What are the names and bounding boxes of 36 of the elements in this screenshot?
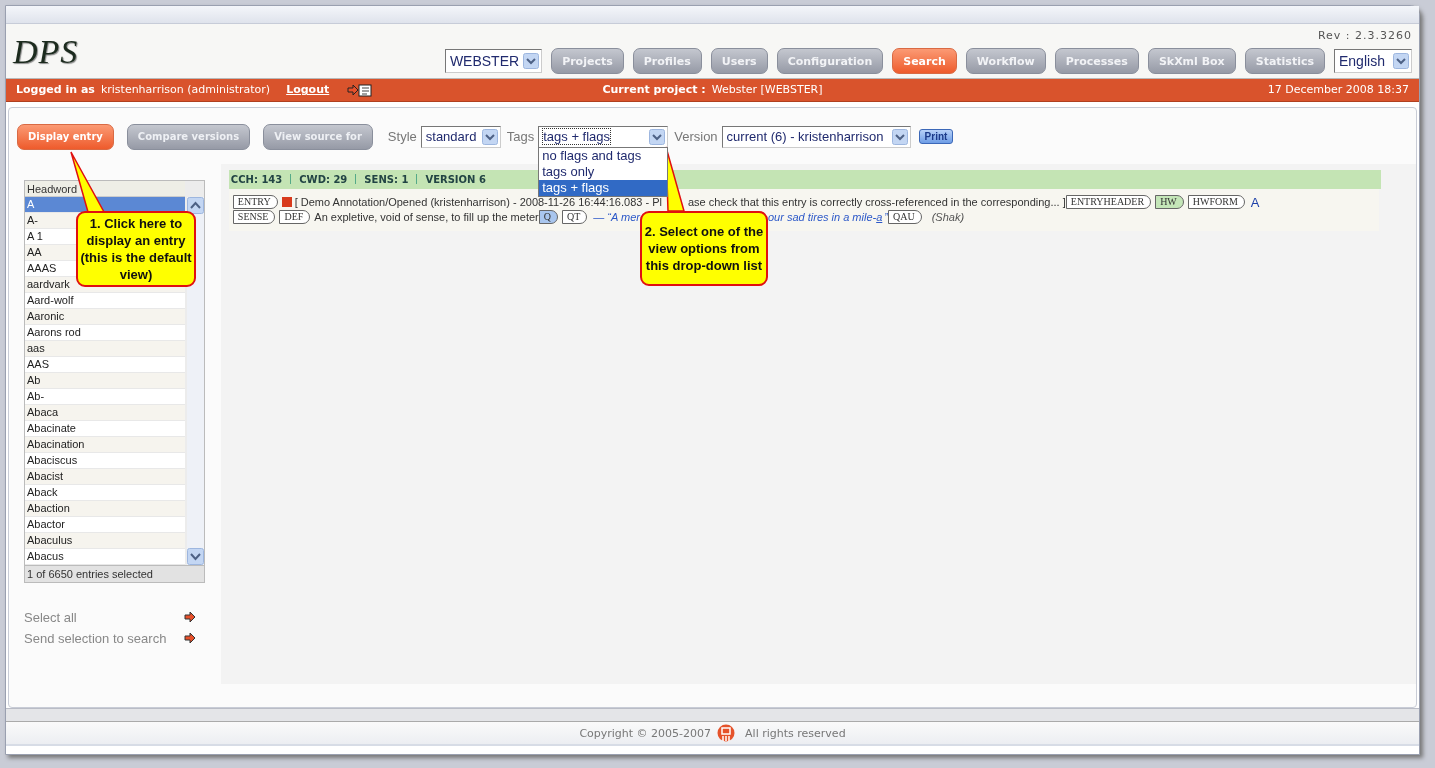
column-header: Headword	[25, 180, 185, 197]
entry-text: ase check that this entry is correctly cross-referenced in the corresponding... ]	[687, 196, 1066, 209]
author-text: (Shak)	[931, 211, 965, 224]
stat-label: SENS: 1	[364, 173, 409, 185]
stat-label: VERSION 6	[425, 173, 486, 185]
quote-text: our sad tires in a mile-	[767, 211, 877, 224]
rights-text: All rights reserved	[745, 726, 846, 740]
project-name: Webster [WEBSTER]	[711, 83, 823, 97]
app-logo: DPS	[13, 33, 79, 71]
project-label: Current project :	[602, 83, 706, 97]
headword-text: A	[1250, 194, 1260, 210]
markup-tag: SENSE	[232, 210, 276, 225]
revision-label: Rev : 2.3.3260	[1317, 29, 1412, 42]
markup-tag: ENTRYHEADER	[1065, 195, 1152, 210]
callout-tooltip: 2. Select one of the view options from this drop-down list	[639, 210, 768, 286]
copyright-text: Copyright © 2005-2007	[579, 726, 712, 740]
quote-text: ”	[884, 211, 888, 224]
stat-label: CWD: 29	[299, 173, 348, 185]
markup-tag: Q	[538, 210, 558, 225]
date-time: 17 December 2008 18:37	[1267, 83, 1409, 97]
version-label: Version	[674, 129, 718, 145]
style-label: Style	[387, 129, 417, 145]
user-label: Logged in as	[16, 83, 95, 97]
markup-tag: QT	[561, 210, 588, 225]
tags-label: Tags	[506, 129, 535, 145]
markup-tag: HWFORM	[1187, 195, 1245, 210]
entry-text: [ Demo Annotation/Opened (kristenharrison) - 2008-11-26 16:44:16.083 - Pl	[294, 196, 662, 209]
callout-tooltip: 1. Click here to display an entry (this is the default view)	[76, 211, 196, 287]
entry-text: An expletive, void of sense, to fill up the meter	[314, 211, 539, 224]
quote-text: — “A mer	[593, 211, 640, 224]
user-name: kristenharrison (administrator)	[100, 83, 271, 97]
markup-tag: HW	[1155, 195, 1184, 210]
stat-label: CCH: 143	[230, 173, 283, 185]
markup-tag: DEF	[279, 210, 311, 225]
markup-tag: ENTRY	[232, 195, 278, 210]
markup-tag: QAU	[888, 210, 922, 225]
